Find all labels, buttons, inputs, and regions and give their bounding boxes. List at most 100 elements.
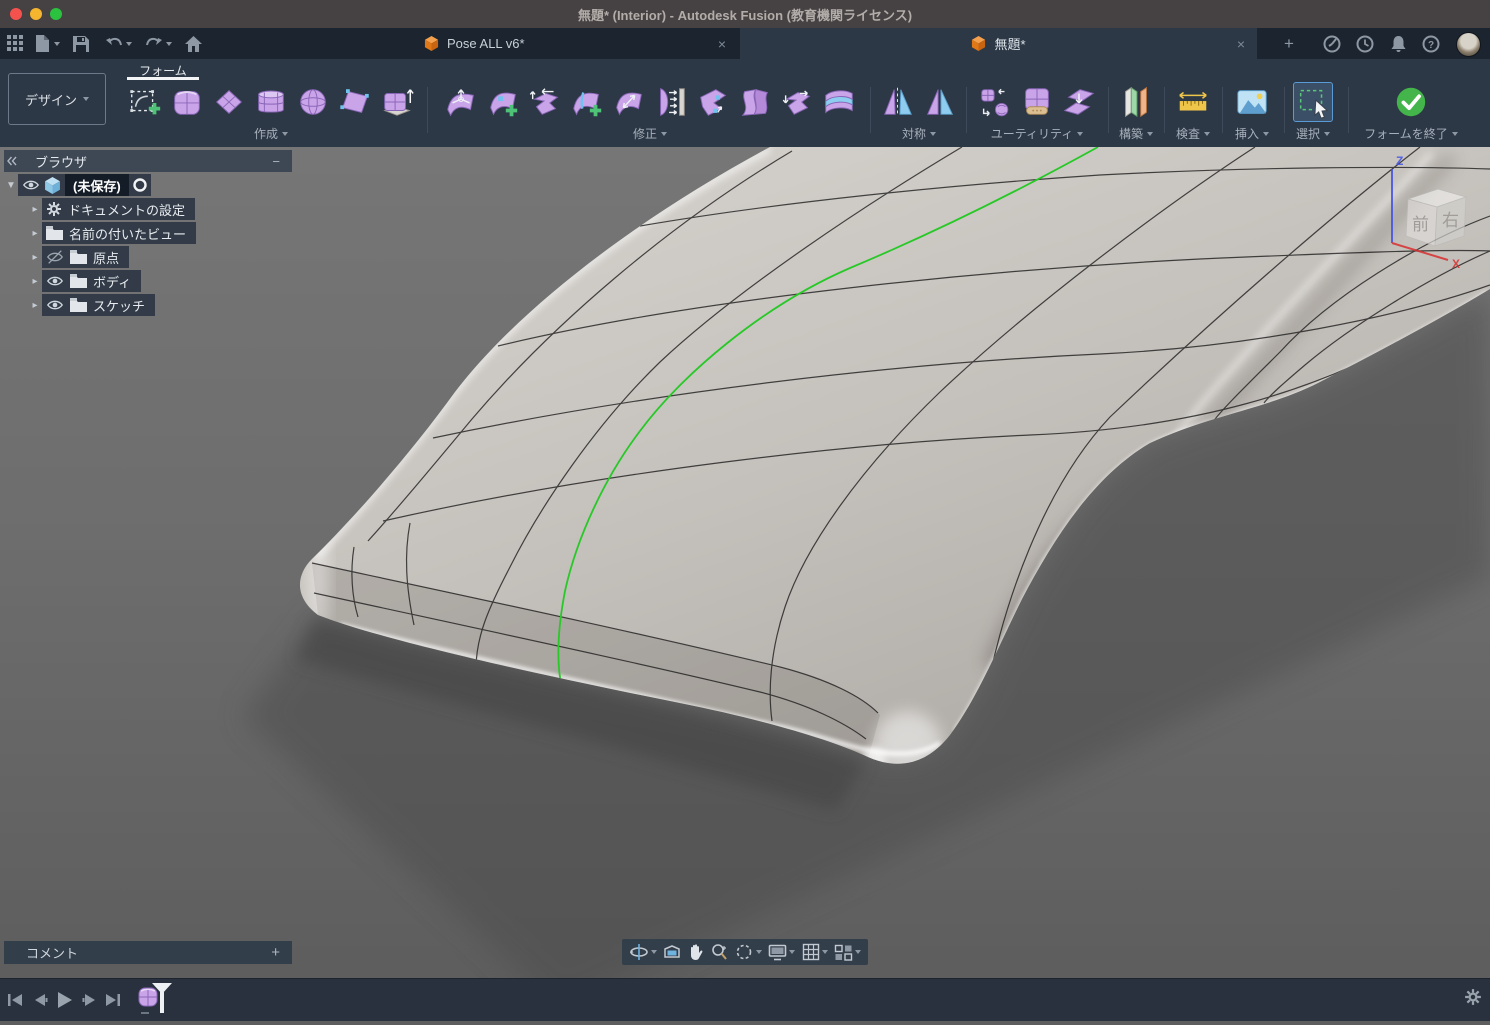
browser-item-sketches[interactable]: ▸ スケッチ [4,294,292,316]
caret-icon [282,132,288,136]
file-menu-button[interactable] [30,31,64,56]
browser-item-origin[interactable]: ▸ 原点 [4,246,292,268]
chevron-right-icon[interactable]: ▸ [28,276,42,287]
go-to-start-button[interactable] [4,990,26,1010]
chevron-down-icon[interactable]: ▼ [4,180,18,191]
look-at-button[interactable] [663,944,681,960]
bevel-edge-icon[interactable] [820,83,858,121]
subdivide-icon[interactable] [610,83,648,121]
pan-button[interactable] [688,943,704,961]
save-icon [73,36,89,52]
edit-form-icon[interactable] [442,83,480,121]
flatten-icon[interactable] [652,83,690,121]
browser-root-row[interactable]: ▼ (未保存) [4,174,292,196]
browser-item-named-views[interactable]: ▸ 名前の付いたビュー [4,222,292,244]
timeline-playhead[interactable] [150,982,174,1019]
group-label-construct[interactable]: 構築 [1119,125,1153,142]
orbit-button[interactable] [629,943,657,961]
convert-icon[interactable] [976,83,1014,121]
insert-edge-icon[interactable] [568,83,606,121]
show-data-panel-button[interactable] [2,31,28,56]
eye-icon[interactable] [22,176,40,194]
browser-header[interactable]: ブラウザ − [4,150,292,172]
home-button[interactable] [180,31,206,56]
create-form-icon[interactable] [126,83,164,121]
eye-icon[interactable] [46,272,64,290]
display-settings-button[interactable] [768,944,795,961]
job-status-button[interactable] [1320,32,1344,56]
circular-symmetry-icon[interactable] [921,83,959,121]
box-primitive-icon[interactable] [168,83,206,121]
group-label-create[interactable]: 作成 [254,125,288,142]
undo-button[interactable] [100,31,136,56]
eye-off-icon[interactable] [46,248,64,266]
group-label-modify[interactable]: 修正 [633,125,667,142]
timeline-settings-button[interactable] [1464,988,1482,1011]
grid-snap-button[interactable] [802,943,828,961]
collapse-panel-icon[interactable] [7,156,17,166]
document-cube-icon [971,36,986,51]
step-back-button[interactable] [29,990,51,1010]
viewports-button[interactable] [834,944,861,961]
document-tab-pose-all[interactable]: Pose ALL v6* × [378,28,738,59]
close-tab-icon[interactable]: × [718,36,726,52]
slide-edge-icon[interactable] [526,83,564,121]
minimize-panel-icon[interactable]: − [272,154,280,169]
chevron-right-icon[interactable]: ▸ [28,204,42,215]
repair-body-icon[interactable] [1018,83,1056,121]
insert-point-icon[interactable] [484,83,522,121]
zoom-window-icon[interactable] [50,8,62,20]
document-tab-untitled[interactable]: 無題* × [740,28,1257,59]
chevron-right-icon[interactable]: ▸ [28,252,42,263]
comments-bar[interactable]: コメント + [4,941,292,964]
play-button[interactable] [52,990,78,1010]
chevron-right-icon[interactable]: ▸ [28,300,42,311]
plane-primitive-icon[interactable] [210,83,248,121]
sphere-primitive-icon[interactable] [294,83,332,121]
folder-icon [70,250,87,264]
select-icon[interactable] [1294,83,1332,121]
group-label-symmetry[interactable]: 対称 [902,125,936,142]
group-label-select[interactable]: 選択 [1296,125,1330,142]
help-button[interactable]: ? [1419,32,1443,56]
step-forward-button[interactable] [79,990,101,1010]
caret-icon [855,950,861,954]
close-tab-icon[interactable]: × [1237,36,1245,52]
fit-button[interactable] [735,943,762,961]
workspace-selector[interactable]: デザイン [8,73,106,125]
insert-canvas-icon[interactable] [1233,83,1271,121]
add-comment-button[interactable]: + [271,944,280,961]
ground-toggle-icon[interactable] [133,178,147,192]
bridge-icon[interactable] [736,83,774,121]
document-name[interactable]: (未保存) [65,174,129,196]
minimize-window-icon[interactable] [30,8,42,20]
group-label-inspect[interactable]: 検査 [1176,125,1210,142]
caret-icon [1147,132,1153,136]
browser-item-document-settings[interactable]: ▸ ドキュメントの設定 [4,198,292,220]
eye-icon[interactable] [46,296,64,314]
version-history-button[interactable] [1353,32,1377,56]
group-label-utilities[interactable]: ユーティリティ [991,125,1084,142]
close-window-icon[interactable] [10,8,22,20]
browser-item-bodies[interactable]: ▸ ボディ [4,270,292,292]
finish-form-label[interactable]: フォームを終了 [1364,125,1458,142]
mirror-symmetry-icon[interactable] [879,83,917,121]
go-to-end-button[interactable] [102,990,124,1010]
save-button[interactable] [68,31,94,56]
chevron-right-icon[interactable]: ▸ [28,228,42,239]
user-avatar[interactable] [1456,32,1481,57]
extrude-icon[interactable] [378,83,416,121]
construct-plane-icon[interactable] [1117,83,1155,121]
make-uniform-icon[interactable] [1060,83,1098,121]
group-label-insert[interactable]: 挿入 [1235,125,1269,142]
new-tab-button[interactable]: + [1277,32,1301,56]
unweld-icon[interactable] [778,83,816,121]
notifications-button[interactable] [1386,32,1410,56]
face-primitive-icon[interactable] [336,83,374,121]
measure-icon[interactable] [1174,83,1212,121]
zoom-button[interactable] [710,943,728,961]
redo-button[interactable] [140,31,176,56]
pull-icon[interactable] [694,83,732,121]
finish-form-icon[interactable] [1392,83,1430,121]
cylinder-primitive-icon[interactable] [252,83,290,121]
